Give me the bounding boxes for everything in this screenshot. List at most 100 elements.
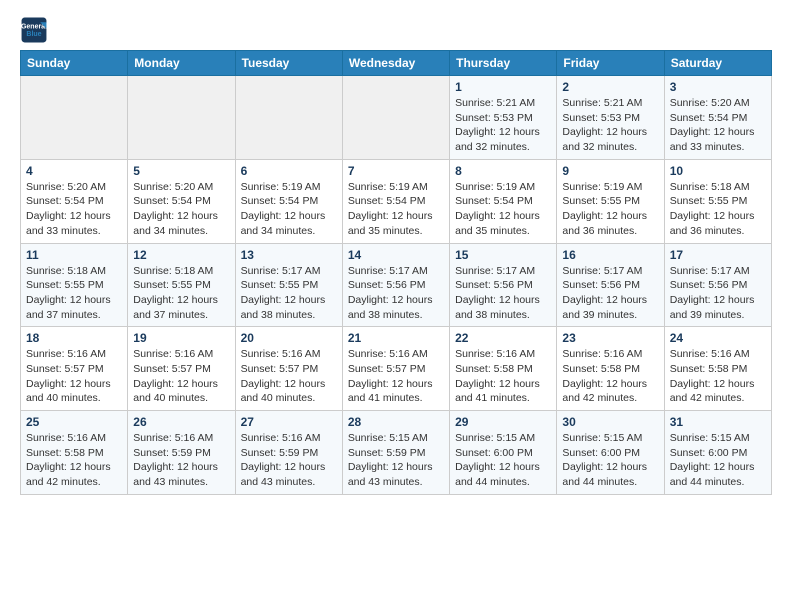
calendar-cell: 23 Sunrise: 5:16 AM Sunset: 5:58 PM Dayli…	[557, 327, 664, 411]
calendar-cell	[342, 76, 449, 160]
day-number: 8	[455, 164, 551, 178]
day-number: 23	[562, 331, 658, 345]
day-info: Sunrise: 5:15 AM Sunset: 6:00 PM Dayligh…	[562, 431, 658, 490]
calendar-cell: 22 Sunrise: 5:16 AM Sunset: 5:58 PM Dayli…	[450, 327, 557, 411]
day-info: Sunrise: 5:19 AM Sunset: 5:55 PM Dayligh…	[562, 180, 658, 239]
day-info: Sunrise: 5:16 AM Sunset: 5:58 PM Dayligh…	[562, 347, 658, 406]
svg-text:Blue: Blue	[26, 31, 41, 38]
calendar-cell: 28 Sunrise: 5:15 AM Sunset: 5:59 PM Dayli…	[342, 411, 449, 495]
day-info: Sunrise: 5:21 AM Sunset: 5:53 PM Dayligh…	[562, 96, 658, 155]
day-info: Sunrise: 5:16 AM Sunset: 5:58 PM Dayligh…	[455, 347, 551, 406]
calendar-cell: 29 Sunrise: 5:15 AM Sunset: 6:00 PM Dayli…	[450, 411, 557, 495]
calendar-cell: 30 Sunrise: 5:15 AM Sunset: 6:00 PM Dayli…	[557, 411, 664, 495]
day-info: Sunrise: 5:18 AM Sunset: 5:55 PM Dayligh…	[670, 180, 766, 239]
day-info: Sunrise: 5:19 AM Sunset: 5:54 PM Dayligh…	[241, 180, 337, 239]
day-number: 30	[562, 415, 658, 429]
day-number: 21	[348, 331, 444, 345]
day-number: 13	[241, 248, 337, 262]
calendar-cell: 21 Sunrise: 5:16 AM Sunset: 5:57 PM Dayli…	[342, 327, 449, 411]
day-info: Sunrise: 5:16 AM Sunset: 5:58 PM Dayligh…	[26, 431, 122, 490]
calendar-cell: 13 Sunrise: 5:17 AM Sunset: 5:55 PM Dayli…	[235, 243, 342, 327]
day-number: 5	[133, 164, 229, 178]
calendar-cell: 9Sunrise: 5:19 AM Sunset: 5:55 PM Daylig…	[557, 159, 664, 243]
day-info: Sunrise: 5:19 AM Sunset: 5:54 PM Dayligh…	[455, 180, 551, 239]
day-number: 3	[670, 80, 766, 94]
column-header-thursday: Thursday	[450, 51, 557, 76]
day-number: 6	[241, 164, 337, 178]
week-row-5: 25 Sunrise: 5:16 AM Sunset: 5:58 PM Dayli…	[21, 411, 772, 495]
calendar-cell: 12Sunrise: 5:18 AM Sunset: 5:55 PM Dayli…	[128, 243, 235, 327]
calendar-cell: 27 Sunrise: 5:16 AM Sunset: 5:59 PM Dayli…	[235, 411, 342, 495]
calendar-cell: 25 Sunrise: 5:16 AM Sunset: 5:58 PM Dayli…	[21, 411, 128, 495]
day-number: 26	[133, 415, 229, 429]
calendar-cell: 2 Sunrise: 5:21 AM Sunset: 5:53 PM Daylig…	[557, 76, 664, 160]
day-number: 2	[562, 80, 658, 94]
day-number: 25	[26, 415, 122, 429]
week-row-1: 1 Sunrise: 5:21 AM Sunset: 5:53 PM Daylig…	[21, 76, 772, 160]
day-info: Sunrise: 5:17 AM Sunset: 5:56 PM Dayligh…	[455, 264, 551, 323]
calendar-cell: 20 Sunrise: 5:16 AM Sunset: 5:57 PM Dayli…	[235, 327, 342, 411]
day-number: 11	[26, 248, 122, 262]
day-info: Sunrise: 5:15 AM Sunset: 6:00 PM Dayligh…	[670, 431, 766, 490]
day-info: Sunrise: 5:16 AM Sunset: 5:57 PM Dayligh…	[348, 347, 444, 406]
day-info: Sunrise: 5:18 AM Sunset: 5:55 PM Dayligh…	[26, 264, 122, 323]
logo-icon: General Blue	[20, 16, 48, 44]
calendar-cell: 18Sunrise: 5:16 AM Sunset: 5:57 PM Dayli…	[21, 327, 128, 411]
day-number: 4	[26, 164, 122, 178]
week-row-4: 18 Sunrise: 5:16 AM Sunset: 5:57 PM Dayli…	[21, 327, 772, 411]
calendar-cell: 4Sunrise: 5:20 AM Sunset: 5:54 PM Daylig…	[21, 159, 128, 243]
calendar-cell: 1 Sunrise: 5:21 AM Sunset: 5:53 PM Daylig…	[450, 76, 557, 160]
column-header-sunday: Sunday	[21, 51, 128, 76]
day-number: 7	[348, 164, 444, 178]
day-info: Sunrise: 5:16 AM Sunset: 5:59 PM Dayligh…	[241, 431, 337, 490]
calendar-cell: 5 Sunrise: 5:20 AM Sunset: 5:54 PM Daylig…	[128, 159, 235, 243]
calendar-cell: 10 Sunrise: 5:18 AM Sunset: 5:55 PM Dayli…	[664, 159, 771, 243]
day-number: 29	[455, 415, 551, 429]
day-number: 16	[562, 248, 658, 262]
logo: General Blue	[20, 16, 52, 44]
day-info: Sunrise: 5:15 AM Sunset: 6:00 PM Dayligh…	[455, 431, 551, 490]
calendar-cell: 31 Sunrise: 5:15 AM Sunset: 6:00 PM Dayli…	[664, 411, 771, 495]
calendar-cell	[128, 76, 235, 160]
day-info: Sunrise: 5:15 AM Sunset: 5:59 PM Dayligh…	[348, 431, 444, 490]
day-number: 14	[348, 248, 444, 262]
calendar-cell	[235, 76, 342, 160]
day-number: 22	[455, 331, 551, 345]
calendar-cell	[21, 76, 128, 160]
day-number: 10	[670, 164, 766, 178]
day-number: 31	[670, 415, 766, 429]
day-number: 15	[455, 248, 551, 262]
calendar-cell: 6 Sunrise: 5:19 AM Sunset: 5:54 PM Daylig…	[235, 159, 342, 243]
column-header-saturday: Saturday	[664, 51, 771, 76]
day-info: Sunrise: 5:16 AM Sunset: 5:57 PM Dayligh…	[133, 347, 229, 406]
day-number: 28	[348, 415, 444, 429]
calendar-cell: 24Sunrise: 5:16 AM Sunset: 5:58 PM Dayli…	[664, 327, 771, 411]
day-info: Sunrise: 5:18 AM Sunset: 5:55 PM Dayligh…	[133, 264, 229, 323]
day-number: 19	[133, 331, 229, 345]
day-info: Sunrise: 5:17 AM Sunset: 5:56 PM Dayligh…	[670, 264, 766, 323]
calendar-table: SundayMondayTuesdayWednesdayThursdayFrid…	[20, 50, 772, 495]
column-header-friday: Friday	[557, 51, 664, 76]
day-info: Sunrise: 5:20 AM Sunset: 5:54 PM Dayligh…	[670, 96, 766, 155]
day-info: Sunrise: 5:20 AM Sunset: 5:54 PM Dayligh…	[133, 180, 229, 239]
calendar-cell: 17 Sunrise: 5:17 AM Sunset: 5:56 PM Dayli…	[664, 243, 771, 327]
day-info: Sunrise: 5:19 AM Sunset: 5:54 PM Dayligh…	[348, 180, 444, 239]
day-info: Sunrise: 5:17 AM Sunset: 5:55 PM Dayligh…	[241, 264, 337, 323]
column-header-wednesday: Wednesday	[342, 51, 449, 76]
day-info: Sunrise: 5:16 AM Sunset: 5:57 PM Dayligh…	[241, 347, 337, 406]
day-number: 24	[670, 331, 766, 345]
week-row-2: 4 Sunrise: 5:20 AM Sunset: 5:54 PM Daylig…	[21, 159, 772, 243]
day-info: Sunrise: 5:16 AM Sunset: 5:59 PM Dayligh…	[133, 431, 229, 490]
day-number: 18	[26, 331, 122, 345]
calendar-cell: 16Sunrise: 5:17 AM Sunset: 5:56 PM Dayli…	[557, 243, 664, 327]
calendar-cell: 15 Sunrise: 5:17 AM Sunset: 5:56 PM Dayli…	[450, 243, 557, 327]
week-row-3: 11 Sunrise: 5:18 AM Sunset: 5:55 PM Dayli…	[21, 243, 772, 327]
day-number: 17	[670, 248, 766, 262]
calendar-cell: 11 Sunrise: 5:18 AM Sunset: 5:55 PM Dayli…	[21, 243, 128, 327]
day-info: Sunrise: 5:17 AM Sunset: 5:56 PM Dayligh…	[348, 264, 444, 323]
day-number: 1	[455, 80, 551, 94]
day-number: 20	[241, 331, 337, 345]
day-info: Sunrise: 5:21 AM Sunset: 5:53 PM Dayligh…	[455, 96, 551, 155]
calendar-cell: 19 Sunrise: 5:16 AM Sunset: 5:57 PM Dayli…	[128, 327, 235, 411]
day-number: 27	[241, 415, 337, 429]
